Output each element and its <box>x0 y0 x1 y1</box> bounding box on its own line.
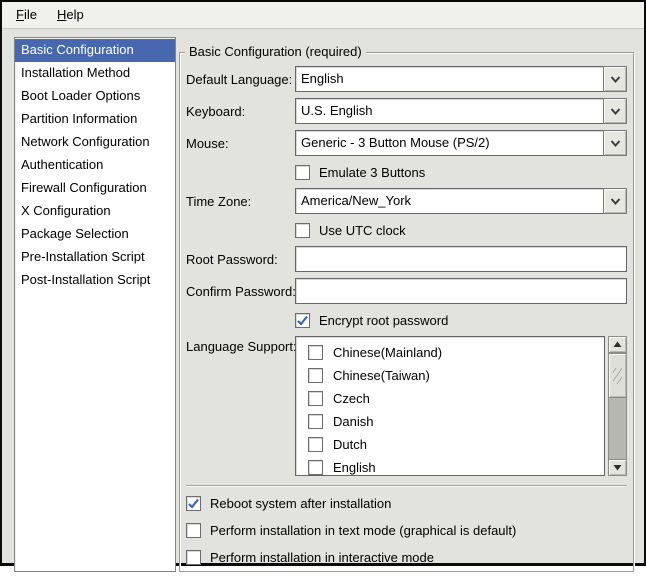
use-utc-clock-checkbox[interactable]: Use UTC clock <box>295 220 627 240</box>
chevron-down-icon[interactable] <box>603 66 627 92</box>
checkbox-box[interactable] <box>186 523 201 538</box>
language-option-dutch[interactable]: Dutch <box>308 433 604 456</box>
menu-help[interactable]: Help <box>47 3 94 27</box>
scroll-down-button[interactable] <box>608 459 627 476</box>
sidebar-item-authentication[interactable]: Authentication <box>15 154 175 177</box>
scroll-up-button[interactable] <box>608 336 627 353</box>
interactive-mode-installation-checkbox[interactable]: Perform installation in interactive mode <box>186 549 627 565</box>
arrow-up-icon <box>613 341 622 348</box>
main-area: Basic Configuration Installation Method … <box>2 29 644 582</box>
root-password-input[interactable] <box>295 246 627 272</box>
checkbox-box[interactable] <box>308 437 323 452</box>
separator <box>186 485 627 487</box>
checkbox-box[interactable] <box>295 223 310 238</box>
confirm-password-label: Confirm Password: <box>186 284 291 299</box>
root-password-label: Root Password: <box>186 252 291 267</box>
menu-file[interactable]: File <box>6 3 47 27</box>
confirm-password-input[interactable] <box>295 278 627 304</box>
checkbox-label: Reboot system after installation <box>210 496 391 511</box>
scrollbar-thumb[interactable] <box>608 353 627 398</box>
language-option-label: Danish <box>333 414 373 429</box>
sidebar-item-network-configuration[interactable]: Network Configuration <box>15 131 175 154</box>
sidebar-item-package-selection[interactable]: Package Selection <box>15 223 175 246</box>
language-option-english[interactable]: English <box>308 456 604 476</box>
checkbox-label: Use UTC clock <box>319 223 406 238</box>
language-option-label: Czech <box>333 391 370 406</box>
sidebar-item-x-configuration[interactable]: X Configuration <box>15 200 175 223</box>
language-option-label: English <box>333 460 376 475</box>
checkbox-box[interactable] <box>308 345 323 360</box>
checkbox-label: Perform installation in interactive mode <box>210 550 434 565</box>
language-option-czech[interactable]: Czech <box>308 387 604 410</box>
checkbox-label: Emulate 3 Buttons <box>319 165 425 180</box>
language-support-listwrap: Chinese(Mainland) Chinese(Taiwan) <box>295 336 627 476</box>
checkbox-box[interactable] <box>186 550 201 565</box>
sidebar-item-pre-installation-script[interactable]: Pre-Installation Script <box>15 246 175 269</box>
time-zone-value: America/New_York <box>295 188 603 214</box>
language-option-label: Chinese(Taiwan) <box>333 368 430 383</box>
section-list: Basic Configuration Installation Method … <box>14 37 176 572</box>
keyboard-select[interactable]: U.S. English <box>295 98 627 124</box>
menubar: File Help <box>2 2 644 29</box>
sidebar-item-post-installation-script[interactable]: Post-Installation Script <box>15 269 175 292</box>
chevron-down-icon[interactable] <box>603 188 627 214</box>
time-zone-label: Time Zone: <box>186 194 291 209</box>
checkbox-box[interactable] <box>308 414 323 429</box>
chevron-down-icon[interactable] <box>603 98 627 124</box>
reboot-after-installation-checkbox[interactable]: Reboot system after installation <box>186 495 627 511</box>
basic-configuration-form: Default Language: English Keyboard: U.S.… <box>186 66 627 476</box>
language-option-label: Chinese(Mainland) <box>333 345 442 360</box>
sidebar-item-partition-information[interactable]: Partition Information <box>15 108 175 131</box>
checkbox-box[interactable] <box>308 368 323 383</box>
checkbox-box[interactable] <box>308 460 323 475</box>
mouse-select[interactable]: Generic - 3 Button Mouse (PS/2) <box>295 130 627 156</box>
keyboard-value: U.S. English <box>295 98 603 124</box>
mouse-value: Generic - 3 Button Mouse (PS/2) <box>295 130 603 156</box>
time-zone-select[interactable]: America/New_York <box>295 188 627 214</box>
frame-title: Basic Configuration (required) <box>185 44 366 60</box>
mouse-label: Mouse: <box>186 136 291 151</box>
checkbox-box[interactable] <box>186 496 201 511</box>
text-mode-installation-checkbox[interactable]: Perform installation in text mode (graph… <box>186 522 627 538</box>
language-option-label: Dutch <box>333 437 367 452</box>
language-list-scrollbar[interactable] <box>608 336 627 476</box>
bottom-options: Reboot system after installation Perform… <box>186 495 627 565</box>
encrypt-root-password-checkbox[interactable]: Encrypt root password <box>295 310 627 330</box>
checkbox-label: Perform installation in text mode (graph… <box>210 523 516 538</box>
default-language-select[interactable]: English <box>295 66 627 92</box>
keyboard-label: Keyboard: <box>186 104 291 119</box>
language-option-chinese-taiwan[interactable]: Chinese(Taiwan) <box>308 364 604 387</box>
checkbox-box[interactable] <box>308 391 323 406</box>
language-support-list: Chinese(Mainland) Chinese(Taiwan) <box>295 336 605 476</box>
checkbox-box[interactable] <box>295 313 310 328</box>
default-language-label: Default Language: <box>186 72 291 87</box>
checkbox-box[interactable] <box>295 165 310 180</box>
chevron-down-icon[interactable] <box>603 130 627 156</box>
checkbox-label: Encrypt root password <box>319 313 448 328</box>
sidebar-item-boot-loader-options[interactable]: Boot Loader Options <box>15 85 175 108</box>
language-option-danish[interactable]: Danish <box>308 410 604 433</box>
language-option-chinese-mainland[interactable]: Chinese(Mainland) <box>308 341 604 364</box>
sidebar-item-firewall-configuration[interactable]: Firewall Configuration <box>15 177 175 200</box>
kickstart-configurator-window: File Help Basic Configuration Installati… <box>0 0 646 566</box>
basic-configuration-frame: Basic Configuration (required) Default L… <box>179 52 634 572</box>
language-support-label: Language Support: <box>186 336 291 354</box>
scrollbar-track[interactable] <box>608 353 627 459</box>
sidebar-item-basic-configuration[interactable]: Basic Configuration <box>15 39 175 62</box>
default-language-value: English <box>295 66 603 92</box>
arrow-down-icon <box>613 464 622 471</box>
sidebar-item-installation-method[interactable]: Installation Method <box>15 62 175 85</box>
emulate-3-buttons-checkbox[interactable]: Emulate 3 Buttons <box>295 162 627 182</box>
